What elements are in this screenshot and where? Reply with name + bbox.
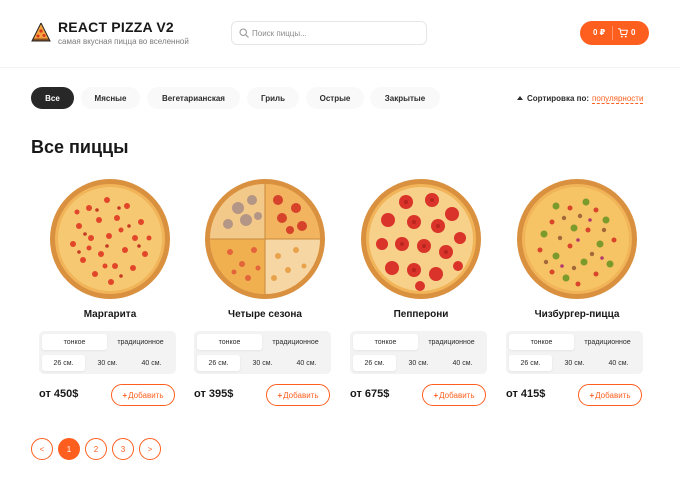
pizza-card: Чизбургер-пицца тонкое традиционное 26 с… xyxy=(506,176,646,411)
pizza-card: Пепперони тонкое традиционное 26 см. 30 … xyxy=(350,176,490,411)
dough-thin[interactable]: тонкое xyxy=(509,334,574,350)
header: REACT PIZZA V2 самая вкусная пицца во вс… xyxy=(0,0,680,68)
pagination-prev-button[interactable]: < xyxy=(31,438,53,460)
search-input[interactable] xyxy=(252,25,422,41)
brand-title[interactable]: REACT PIZZA V2 xyxy=(58,19,174,35)
sort-label: Сортировка по: xyxy=(527,94,590,103)
pizza-price: от 675$ xyxy=(350,388,390,400)
add-to-cart-button[interactable]: + Добавить xyxy=(422,384,486,406)
add-to-cart-button[interactable]: + Добавить xyxy=(266,384,330,406)
category-spicy[interactable]: Острые xyxy=(306,87,364,109)
pizza-name: Пепперони xyxy=(393,309,449,320)
dough-thin[interactable]: тонкое xyxy=(42,334,107,350)
size-26[interactable]: 26 см. xyxy=(353,355,396,371)
pizza-pepperoni-image[interactable] xyxy=(360,178,482,300)
sort-value[interactable]: популярности xyxy=(592,94,644,104)
cart-price: 0 ₽ xyxy=(593,28,606,37)
size-30[interactable]: 30 см. xyxy=(553,355,596,371)
cart-divider xyxy=(612,26,613,40)
pizza-options: тонкое традиционное 26 см. 30 см. 40 см. xyxy=(506,331,643,374)
pagination-page-1[interactable]: 1 xyxy=(58,438,80,460)
pagination-next-button[interactable]: > xyxy=(139,438,161,460)
pizza-margarita-image[interactable] xyxy=(49,178,171,300)
pizza-logo-icon[interactable] xyxy=(31,22,51,42)
pizza-price: от 415$ xyxy=(506,388,546,400)
size-40[interactable]: 40 см. xyxy=(285,355,328,371)
pizza-options: тонкое традиционное 26 см. 30 см. 40 см. xyxy=(194,331,331,374)
pizza-options: тонкое традиционное 26 см. 30 см. 40 см. xyxy=(39,331,176,374)
pizza-name: Чизбургер-пицца xyxy=(534,309,620,320)
sort-arrow-icon xyxy=(517,96,523,100)
size-40[interactable]: 40 см. xyxy=(130,355,173,371)
category-all[interactable]: Все xyxy=(31,87,74,109)
cart-icon xyxy=(618,28,628,38)
page-title: Все пиццы xyxy=(31,137,129,157)
dough-thin[interactable]: тонкое xyxy=(353,334,418,350)
brand-subtitle: самая вкусная пицца во вселенной xyxy=(58,37,189,46)
size-40[interactable]: 40 см. xyxy=(441,355,484,371)
cart-count: 0 xyxy=(631,28,636,37)
size-30[interactable]: 30 см. xyxy=(241,355,284,371)
size-40[interactable]: 40 см. xyxy=(597,355,640,371)
pizza-price: от 395$ xyxy=(194,388,234,400)
pizza-four-seasons-image[interactable] xyxy=(204,178,326,300)
size-30[interactable]: 30 см. xyxy=(397,355,440,371)
add-label: Добавить xyxy=(128,390,164,400)
cart-button[interactable]: 0 ₽ 0 xyxy=(580,21,649,45)
search-box[interactable] xyxy=(231,21,427,45)
dough-thin[interactable]: тонкое xyxy=(197,334,262,350)
pizza-cheeseburger-image[interactable] xyxy=(516,178,638,300)
size-26[interactable]: 26 см. xyxy=(197,355,240,371)
pizza-options: тонкое традиционное 26 см. 30 см. 40 см. xyxy=(350,331,487,374)
add-label: Добавить xyxy=(595,390,631,400)
dough-traditional[interactable]: традиционное xyxy=(108,334,173,350)
plus-icon: + xyxy=(277,390,283,400)
plus-icon: + xyxy=(589,390,595,400)
dough-traditional[interactable]: традиционное xyxy=(263,334,328,350)
add-label: Добавить xyxy=(283,390,319,400)
add-to-cart-button[interactable]: + Добавить xyxy=(111,384,175,406)
pizza-price: от 450$ xyxy=(39,388,79,400)
search-icon xyxy=(239,28,249,38)
category-grill[interactable]: Гриль xyxy=(247,87,299,109)
pizza-name: Маргарита xyxy=(83,309,137,320)
plus-icon: + xyxy=(433,390,439,400)
category-meat[interactable]: Мясные xyxy=(81,87,140,109)
size-30[interactable]: 30 см. xyxy=(86,355,129,371)
pizza-card: Маргарита тонкое традиционное 26 см. 30 … xyxy=(39,176,179,411)
plus-icon: + xyxy=(122,390,128,400)
pizza-card: Четыре сезона тонкое традиционное 26 см.… xyxy=(194,176,334,411)
sort-control: Сортировка по: популярности xyxy=(517,94,644,104)
pizza-name: Четыре сезона xyxy=(228,309,302,320)
size-26[interactable]: 26 см. xyxy=(509,355,552,371)
add-label: Добавить xyxy=(439,390,475,400)
category-closed[interactable]: Закрытые xyxy=(370,87,440,109)
add-to-cart-button[interactable]: + Добавить xyxy=(578,384,642,406)
pagination-page-2[interactable]: 2 xyxy=(85,438,107,460)
dough-traditional[interactable]: традиционное xyxy=(575,334,640,350)
category-vegetarian[interactable]: Вегетарианская xyxy=(147,87,240,109)
dough-traditional[interactable]: традиционное xyxy=(419,334,484,350)
pagination-page-3[interactable]: 3 xyxy=(112,438,134,460)
size-26[interactable]: 26 см. xyxy=(42,355,85,371)
